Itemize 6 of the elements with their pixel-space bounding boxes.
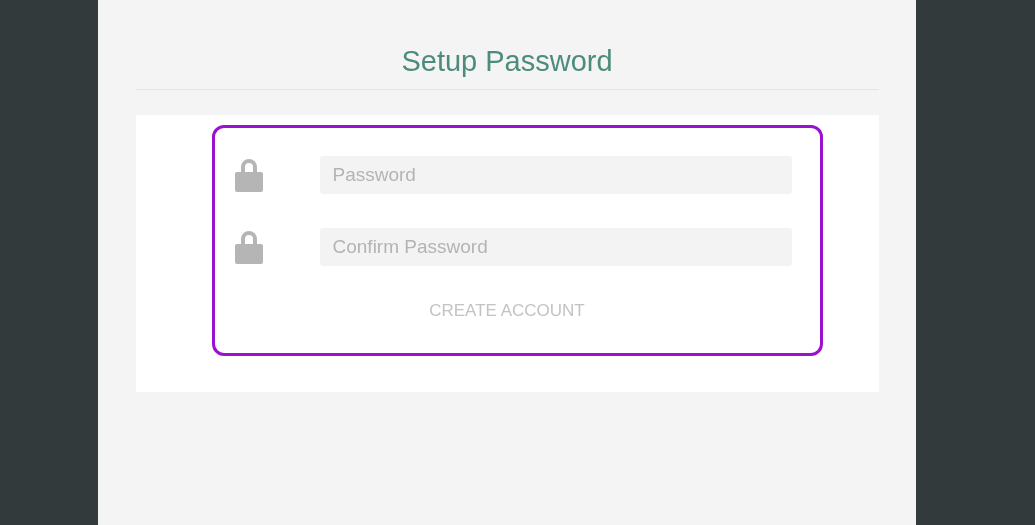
lock-icon — [234, 158, 263, 192]
password-field[interactable]: Password — [319, 156, 792, 194]
create-account-button[interactable]: CREATE ACCOUNT — [429, 300, 585, 322]
password-field[interactable]: Confirm Password — [319, 228, 792, 266]
page-title: Setup Password — [401, 44, 613, 79]
lock-icon — [234, 230, 263, 264]
